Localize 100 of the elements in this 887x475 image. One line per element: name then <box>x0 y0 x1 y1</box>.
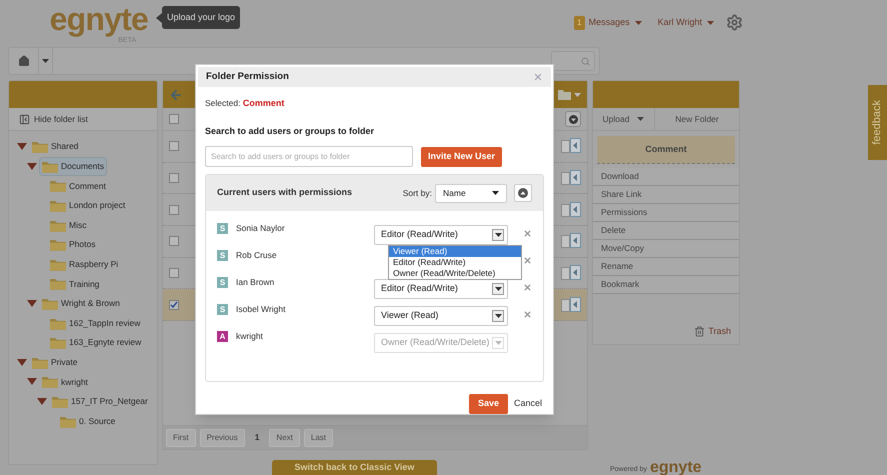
checkbox[interactable] <box>169 173 179 184</box>
checkbox[interactable] <box>169 236 179 246</box>
folder-item[interactable]: kwright <box>39 372 91 392</box>
pagination-button[interactable]: First <box>166 428 196 446</box>
user-avatar: S <box>217 223 228 234</box>
page-number: 1 <box>254 431 260 444</box>
checkbox[interactable] <box>169 114 179 124</box>
remove-icon[interactable] <box>523 229 532 238</box>
permission-select[interactable]: Editor (Read/Write) <box>374 279 508 300</box>
permission-select[interactable]: Editor (Read/Write) <box>374 225 508 246</box>
new-folder-button[interactable]: New Folder <box>655 108 739 130</box>
users-heading: Current users with permissions <box>217 186 352 200</box>
dialog-title: Folder Permission <box>206 70 289 84</box>
remove-icon[interactable] <box>523 256 532 266</box>
folder-icon <box>32 140 48 154</box>
user-avatar: S <box>217 304 228 316</box>
user-name: kwright <box>236 330 263 343</box>
classic-view-button[interactable]: Switch back to Classic View <box>272 460 437 475</box>
folder-item[interactable]: Shared <box>29 137 82 156</box>
file-preview-icon[interactable] <box>561 170 581 186</box>
caret-icon <box>637 117 644 121</box>
file-preview-icon[interactable] <box>561 138 581 154</box>
pagination-button[interactable]: Previous <box>200 428 245 446</box>
folder-item[interactable]: Comment <box>47 176 109 196</box>
cancel-button[interactable]: Cancel <box>514 397 542 411</box>
trash-link[interactable]: Trash <box>694 324 731 338</box>
checkbox[interactable] <box>169 268 179 278</box>
caret-icon <box>707 20 714 24</box>
folder-item[interactable]: Photos <box>47 235 98 254</box>
hide-panel-icon <box>19 114 30 124</box>
invite-user-button[interactable]: Invite New User <box>421 146 502 167</box>
folder-icon[interactable] <box>558 90 571 100</box>
expand-arrow-icon[interactable] <box>27 300 37 308</box>
permission-option[interactable]: Editor (Read/Write) <box>389 257 521 268</box>
collapse-icon <box>568 114 578 124</box>
folder-item[interactable]: 163_Egnyte review <box>47 333 144 352</box>
selected-item-card: Comment <box>597 136 735 164</box>
expand-arrow-icon[interactable] <box>27 378 37 386</box>
pagination-button[interactable]: Last <box>304 428 333 446</box>
folder-item[interactable]: Documents <box>39 156 107 176</box>
user-search-field[interactable]: Search to add users or groups to folder <box>205 146 413 168</box>
messages-menu[interactable]: Messages <box>588 16 642 30</box>
caret-icon <box>494 341 502 346</box>
file-preview-icon[interactable] <box>561 265 581 282</box>
file-preview-icon[interactable] <box>561 296 581 313</box>
search-field[interactable] <box>551 51 595 71</box>
permission-select[interactable]: Viewer (Read) <box>374 306 508 326</box>
save-button[interactable]: Save <box>468 394 508 414</box>
expand-arrow-icon[interactable] <box>17 358 27 366</box>
folder-icon <box>50 316 66 330</box>
permission-option[interactable]: Owner (Read/Write/Delete) <box>389 268 521 280</box>
folder-icon <box>50 277 66 290</box>
hide-folder-list-button[interactable]: Hide folder list <box>9 108 157 131</box>
expand-arrow-icon[interactable] <box>37 398 47 406</box>
user-menu[interactable]: Karl Wright <box>658 16 714 30</box>
close-icon[interactable] <box>533 72 543 82</box>
trash-icon <box>694 326 706 337</box>
sort-select[interactable]: Name <box>435 184 507 203</box>
checkbox[interactable] <box>169 204 179 215</box>
folder-icon <box>52 395 68 408</box>
folder-item[interactable]: 0. Source <box>57 412 118 431</box>
folder-icon <box>32 356 48 369</box>
checkbox[interactable] <box>169 300 179 310</box>
file-preview-icon[interactable] <box>561 233 581 250</box>
logo-tooltip[interactable]: Upload your logo <box>162 6 240 30</box>
folder-icon <box>42 297 58 310</box>
folder-item[interactable]: Training <box>47 274 102 294</box>
collapse-button[interactable] <box>565 111 581 127</box>
pagination-button[interactable]: Next <box>269 428 300 446</box>
folder-item[interactable]: Raspberry Pi <box>47 254 122 274</box>
folder-icon <box>50 179 66 192</box>
checkbox[interactable] <box>169 141 179 152</box>
folder-item[interactable]: Private <box>29 352 80 372</box>
expand-arrow-icon[interactable] <box>17 143 27 150</box>
search-icon <box>581 56 590 66</box>
collapse-button[interactable] <box>514 184 532 202</box>
selected-folder: Comment <box>242 98 284 108</box>
folder-item[interactable]: Wright & Brown <box>39 294 123 314</box>
tooltip-pointer-icon <box>156 12 162 22</box>
remove-icon[interactable] <box>523 283 532 292</box>
expand-arrow-icon[interactable] <box>27 162 37 170</box>
file-preview-icon[interactable] <box>561 202 581 218</box>
folder-icon <box>50 199 66 212</box>
user-avatar: S <box>217 277 228 288</box>
folder-item[interactable]: 162_TappIn review <box>47 314 144 333</box>
path-dropdown-button[interactable] <box>39 48 53 74</box>
folder-item[interactable]: 157_IT Pro_Netgear <box>49 392 151 412</box>
folder-item[interactable]: London project <box>47 196 128 216</box>
user-name: Sonia Naylor <box>236 222 285 235</box>
settings-icon[interactable] <box>726 14 743 31</box>
caret-icon <box>492 191 499 196</box>
folder-item[interactable]: Misc <box>47 216 90 235</box>
search-heading: Search to add users or groups to folder <box>205 126 374 136</box>
feedback-tab[interactable]: feedback <box>868 85 887 160</box>
remove-icon[interactable] <box>523 310 532 320</box>
caret-icon <box>494 233 502 238</box>
permission-option[interactable]: Viewer (Read) <box>389 246 521 258</box>
folder-icon <box>50 336 66 350</box>
folder-icon <box>42 160 58 173</box>
upload-button[interactable]: Upload <box>593 108 655 130</box>
